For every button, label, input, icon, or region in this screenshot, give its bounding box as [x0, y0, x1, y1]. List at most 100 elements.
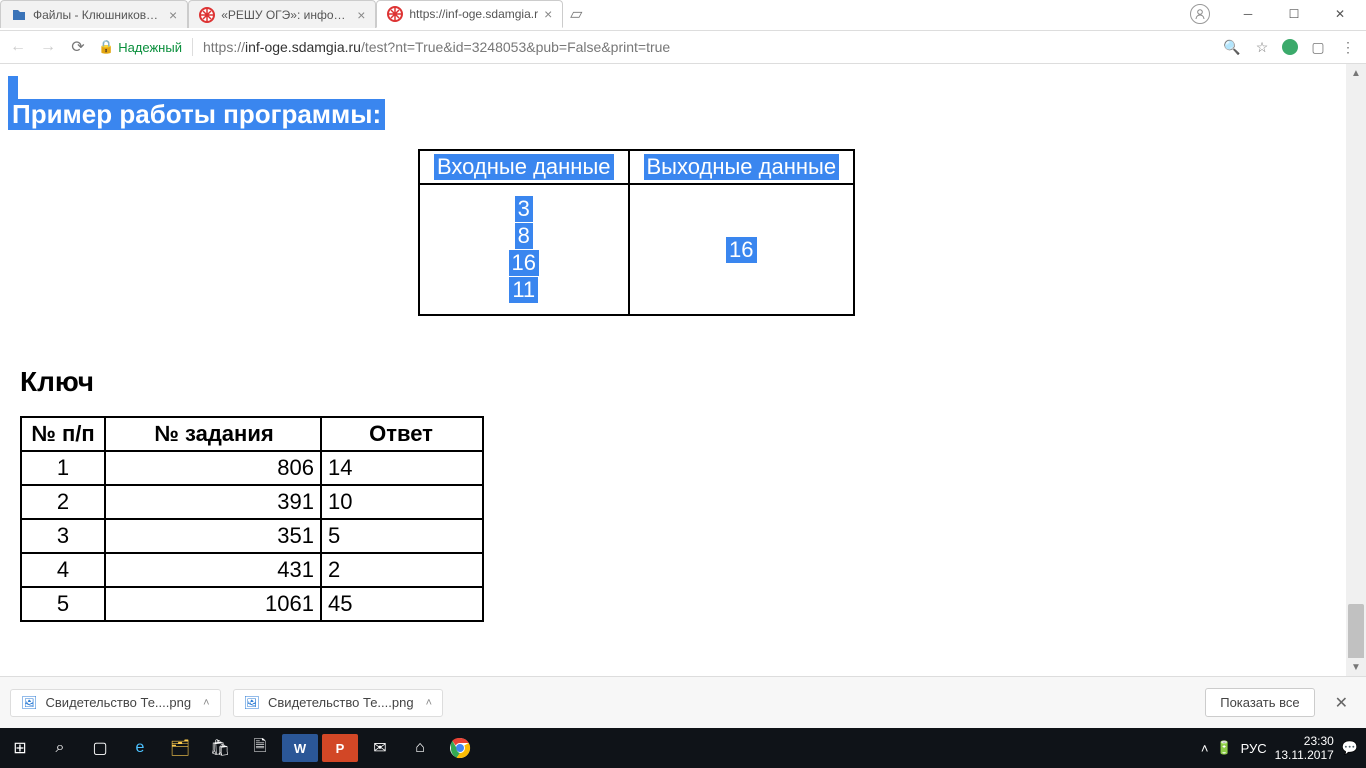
task-view-icon[interactable]: ▢ [80, 728, 120, 768]
mail-icon[interactable]: ✉ [360, 728, 400, 768]
favicon-sdamgia-icon [387, 6, 403, 22]
favicon-files-icon [11, 7, 27, 23]
url-scheme: https:// [203, 39, 245, 55]
new-tab-button[interactable]: ▱ [563, 0, 589, 28]
scroll-thumb[interactable] [1348, 604, 1364, 664]
url-domain: inf-oge.sdamgia.ru [245, 39, 361, 55]
battery-icon[interactable]: 🔋 [1216, 740, 1232, 756]
io-header-input: Входные данные [434, 154, 614, 180]
key-heading: Ключ [20, 366, 94, 398]
scrollbar[interactable]: ▲ ▼ [1346, 64, 1366, 676]
io-in-1: 8 [515, 223, 533, 249]
file-image-icon: 🖼 [244, 695, 261, 711]
minimize-button[interactable]: ─ [1226, 0, 1270, 28]
answer-table: № п/п № задания Ответ 180614 239110 3351… [20, 416, 484, 622]
io-in-0: 3 [515, 196, 533, 222]
back-button[interactable]: ← [8, 38, 28, 56]
table-row: 239110 [21, 485, 483, 519]
tab-1-label: «РЕШУ ОГЭ»: информат [221, 8, 351, 22]
cell: 4 [21, 553, 105, 587]
tab-0[interactable]: Файлы - Клюшникова К × [0, 0, 188, 28]
io-header-output: Выходные данные [644, 154, 840, 180]
time-label: 23:30 [1275, 734, 1334, 748]
io-output-cell: 16 [629, 184, 855, 315]
cell: 1 [21, 451, 105, 485]
tab-2-close-icon[interactable]: × [544, 7, 552, 21]
notifications-icon[interactable]: 💬 [1342, 740, 1358, 756]
io-in-3: 11 [509, 277, 538, 303]
extension-2-icon[interactable]: ▢ [1308, 39, 1328, 56]
io-out-0: 16 [726, 237, 756, 263]
show-all-downloads-button[interactable]: Показать все [1205, 688, 1314, 717]
table-row: 5106145 [21, 587, 483, 621]
tray-chevron-icon[interactable]: ˄ [1201, 741, 1209, 756]
chrome-icon[interactable] [440, 728, 480, 768]
io-input-cell: 3 8 16 11 [419, 184, 629, 315]
tab-strip: Файлы - Клюшникова К × «РЕШУ ОГЭ»: инфор… [0, 0, 589, 30]
url-field[interactable]: https://inf-oge.sdamgia.ru/test?nt=True&… [203, 39, 1212, 55]
store-icon[interactable]: 🛍 [200, 728, 240, 768]
notepad-icon[interactable]: 🗎 [240, 728, 280, 768]
favicon-reshuoge-icon [199, 7, 215, 23]
downloads-bar: 🖼 Свидетельство Те....png ˄ 🖼 Свидетельс… [0, 676, 1366, 728]
bookmark-star-icon[interactable]: ☆ [1252, 39, 1272, 56]
explorer-icon[interactable]: 🗂 [160, 728, 200, 768]
close-window-button[interactable]: ✕ [1318, 0, 1362, 28]
table-row: 33515 [21, 519, 483, 553]
word-icon[interactable]: W [282, 734, 318, 762]
cell: 10 [321, 485, 483, 519]
menu-icon[interactable]: ⋮ [1338, 39, 1358, 56]
tab-1[interactable]: «РЕШУ ОГЭ»: информат × [188, 0, 376, 28]
download-item-0[interactable]: 🖼 Свидетельство Те....png ˄ [10, 689, 221, 717]
ans-h2: Ответ [321, 417, 483, 451]
tab-0-label: Файлы - Клюшникова К [33, 8, 163, 22]
page-content: Пример работы программы: Входные данные … [0, 64, 1346, 676]
home-icon[interactable]: ⌂ [400, 728, 440, 768]
scroll-up-icon[interactable]: ▲ [1346, 64, 1366, 82]
zoom-icon[interactable]: 🔍 [1222, 39, 1242, 56]
browser-titlebar: Файлы - Клюшникова К × «РЕШУ ОГЭ»: инфор… [0, 0, 1366, 30]
cell: 391 [105, 485, 321, 519]
lang-indicator[interactable]: РУС [1241, 741, 1267, 756]
security-indicator[interactable]: 🔒 Надежный [98, 39, 182, 55]
maximize-button[interactable]: ☐ [1272, 0, 1316, 28]
start-button[interactable]: ⊞ [0, 728, 40, 768]
cell: 5 [21, 587, 105, 621]
powerpoint-icon[interactable]: P [322, 734, 358, 762]
date-label: 13.11.2017 [1275, 748, 1334, 762]
ans-h1: № задания [105, 417, 321, 451]
tab-2[interactable]: https://inf-oge.sdamgia.r × [376, 0, 563, 28]
forward-button[interactable]: → [38, 38, 58, 56]
cell: 14 [321, 451, 483, 485]
chevron-up-icon[interactable]: ˄ [426, 697, 432, 709]
url-path: /test?nt=True&id=3248053&pub=False&print… [361, 39, 670, 55]
download-0-name: Свидетельство Те....png [46, 695, 192, 710]
cell: 2 [321, 553, 483, 587]
ans-h0: № п/п [21, 417, 105, 451]
cell: 3 [21, 519, 105, 553]
chevron-up-icon[interactable]: ˄ [203, 697, 209, 709]
address-bar: ← → ⟳ 🔒 Надежный https://inf-oge.sdamgia… [0, 30, 1366, 64]
system-tray: ˄ 🔋 РУС 23:30 13.11.2017 💬 [1201, 734, 1366, 763]
search-icon[interactable]: ⌕ [40, 728, 80, 768]
clock[interactable]: 23:30 13.11.2017 [1275, 734, 1334, 763]
cell: 2 [21, 485, 105, 519]
cell: 45 [321, 587, 483, 621]
table-row: 44312 [21, 553, 483, 587]
cell: 1061 [105, 587, 321, 621]
table-row: 180614 [21, 451, 483, 485]
extension-icon[interactable] [1282, 39, 1298, 55]
window-controls: ─ ☐ ✕ [1190, 0, 1366, 28]
edge-icon[interactable]: e [120, 728, 160, 768]
lock-icon: 🔒 [98, 39, 114, 55]
file-image-icon: 🖼 [21, 695, 38, 711]
tab-0-close-icon[interactable]: × [169, 8, 177, 22]
tab-1-close-icon[interactable]: × [357, 8, 365, 22]
close-downloads-bar-icon[interactable]: ✕ [1327, 693, 1356, 713]
download-item-1[interactable]: 🖼 Свидетельство Те....png ˄ [233, 689, 444, 717]
tab-2-label: https://inf-oge.sdamgia.r [409, 7, 538, 21]
scroll-down-icon[interactable]: ▼ [1346, 658, 1366, 676]
reload-button[interactable]: ⟳ [68, 37, 88, 57]
profile-avatar-icon[interactable] [1190, 4, 1210, 24]
cell: 431 [105, 553, 321, 587]
